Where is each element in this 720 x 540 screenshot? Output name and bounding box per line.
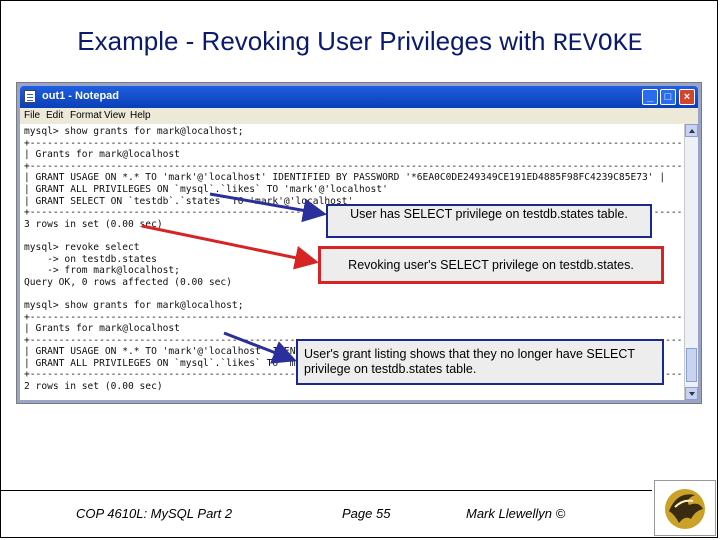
notepad-window-title: out1 - Notepad xyxy=(42,90,119,102)
menu-format[interactable]: Format xyxy=(70,110,102,121)
maximize-icon[interactable]: □ xyxy=(660,89,676,105)
footer-page-number: Page 55 xyxy=(342,506,391,521)
footer-divider xyxy=(0,490,652,491)
scroll-up-icon[interactable] xyxy=(685,124,698,137)
slide-title-keyword: REVOKE xyxy=(552,29,643,58)
callout-select-privilege: User has SELECT privilege on testdb.stat… xyxy=(326,204,652,238)
minimize-icon[interactable]: _ xyxy=(642,89,658,105)
pegasus-logo-icon xyxy=(665,489,705,529)
slide-title: Example - Revoking User Privileges with … xyxy=(0,26,720,58)
menu-edit[interactable]: Edit xyxy=(46,110,63,121)
notepad-titlebar[interactable]: out1 - Notepad _ □ × xyxy=(20,86,698,108)
ucf-pegasus-logo xyxy=(654,480,716,536)
menu-help[interactable]: Help xyxy=(130,110,151,121)
slide-title-text: Example - Revoking User Privileges with xyxy=(77,26,553,56)
scroll-down-icon[interactable] xyxy=(685,387,698,400)
notepad-menubar: File Edit Format View Help xyxy=(20,108,698,124)
scroll-thumb[interactable] xyxy=(686,348,697,382)
menu-view[interactable]: View xyxy=(104,110,126,121)
callout-revoking: Revoking user's SELECT privilege on test… xyxy=(318,246,664,284)
menu-file[interactable]: File xyxy=(24,110,40,121)
footer-course: COP 4610L: MySQL Part 2 xyxy=(76,506,233,521)
notepad-app-icon[interactable] xyxy=(24,90,36,103)
close-icon[interactable]: × xyxy=(679,89,695,105)
footer-author: Mark Llewellyn © xyxy=(466,506,566,521)
vertical-scrollbar[interactable] xyxy=(684,124,698,400)
callout-grant-listing: User's grant listing shows that they no … xyxy=(296,339,664,385)
